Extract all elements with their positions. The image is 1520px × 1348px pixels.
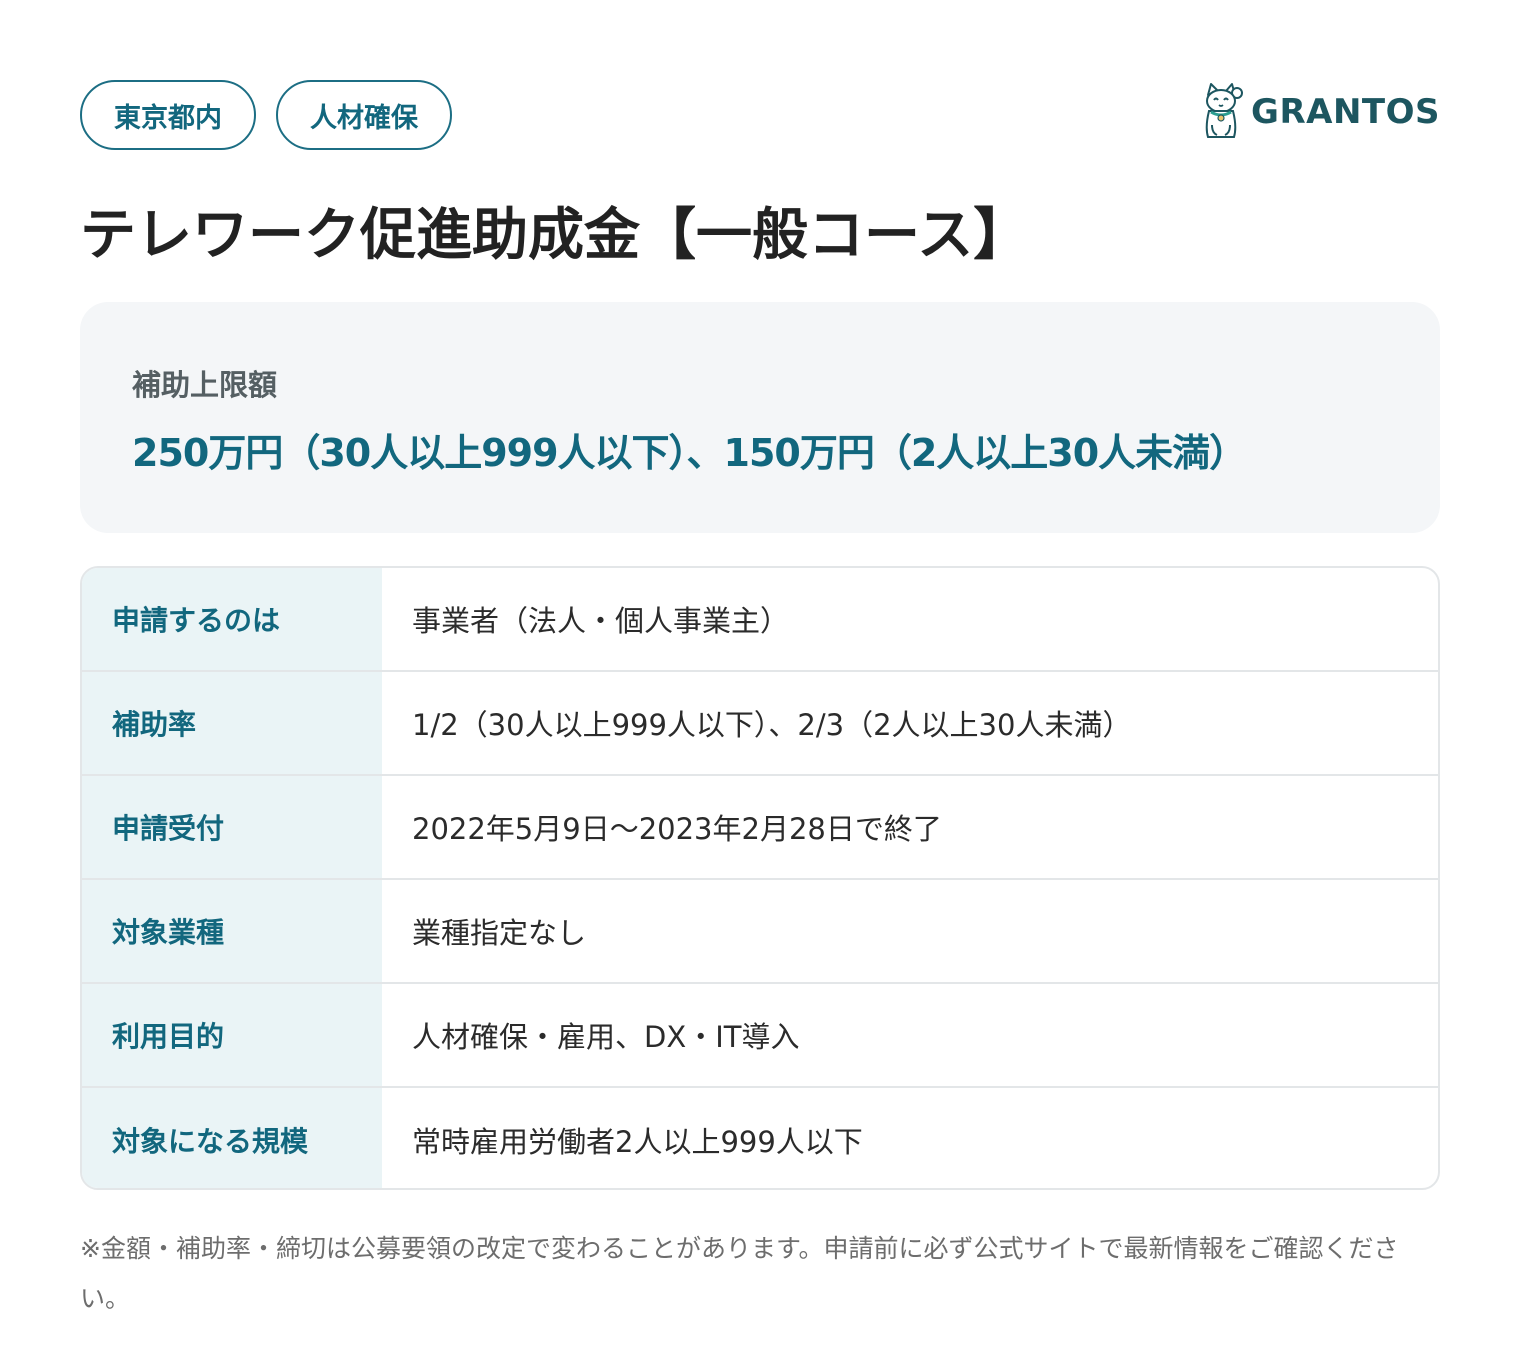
row-label-application-period: 申請受付 bbox=[82, 776, 382, 878]
details-table: 申請するのは 事業者（法人・個人事業主） 補助率 1/2（30人以上999人以下… bbox=[80, 566, 1440, 1190]
subsidy-limit-value: 250万円（30人以上999人以下）、150万円（2人以上30人未満） bbox=[132, 431, 1247, 475]
table-row: 対象業種 業種指定なし bbox=[82, 880, 1438, 984]
table-row: 申請受付 2022年5月9日〜2023年2月28日で終了 bbox=[82, 776, 1438, 880]
page-title: テレワーク促進助成金【一般コース】 bbox=[80, 203, 1030, 268]
row-value-industry: 業種指定なし bbox=[412, 916, 587, 950]
table-row: 利用目的 人材確保・雇用、DX・IT導入 bbox=[82, 984, 1438, 1088]
subsidy-limit-label: 補助上限額 bbox=[132, 368, 278, 402]
brand-logo[interactable]: GRANTOS bbox=[1199, 80, 1440, 144]
row-value-applicant: 事業者（法人・個人事業主） bbox=[412, 604, 790, 638]
maneki-neko-cat-icon bbox=[1205, 83, 1244, 138]
tag-region[interactable]: 東京都内 bbox=[80, 80, 256, 150]
table-row: 対象になる規模 常時雇用労働者2人以上999人以下 bbox=[82, 1088, 1438, 1188]
table-row: 補助率 1/2（30人以上999人以下）、2/3（2人以上30人未満） bbox=[82, 672, 1438, 776]
row-label-purpose: 利用目的 bbox=[82, 984, 382, 1086]
tag-category[interactable]: 人材確保 bbox=[276, 80, 452, 150]
disclaimer-note: ※金額・補助率・締切は公募要領の改定で変わることがあります。申請前に必ず公式サイ… bbox=[80, 1234, 1399, 1313]
row-label-subsidy-rate: 補助率 bbox=[82, 672, 382, 774]
row-label-industry: 対象業種 bbox=[82, 880, 382, 982]
row-label-company-size: 対象になる規模 bbox=[82, 1088, 382, 1188]
tag-list: 東京都内 人材確保 bbox=[80, 80, 452, 150]
brand-name: GRANTOS bbox=[1251, 92, 1440, 132]
row-value-subsidy-rate: 1/2（30人以上999人以下）、2/3（2人以上30人未満） bbox=[412, 708, 1132, 742]
table-row: 申請するのは 事業者（法人・個人事業主） bbox=[82, 568, 1438, 672]
row-value-company-size: 常時雇用労働者2人以上999人以下 bbox=[412, 1125, 863, 1159]
subsidy-limit-box: 補助上限額 250万円（30人以上999人以下）、150万円（2人以上30人未満… bbox=[80, 302, 1440, 533]
row-value-purpose: 人材確保・雇用、DX・IT導入 bbox=[412, 1020, 800, 1054]
row-label-applicant: 申請するのは bbox=[82, 568, 382, 670]
row-value-application-period: 2022年5月9日〜2023年2月28日で終了 bbox=[412, 812, 942, 846]
